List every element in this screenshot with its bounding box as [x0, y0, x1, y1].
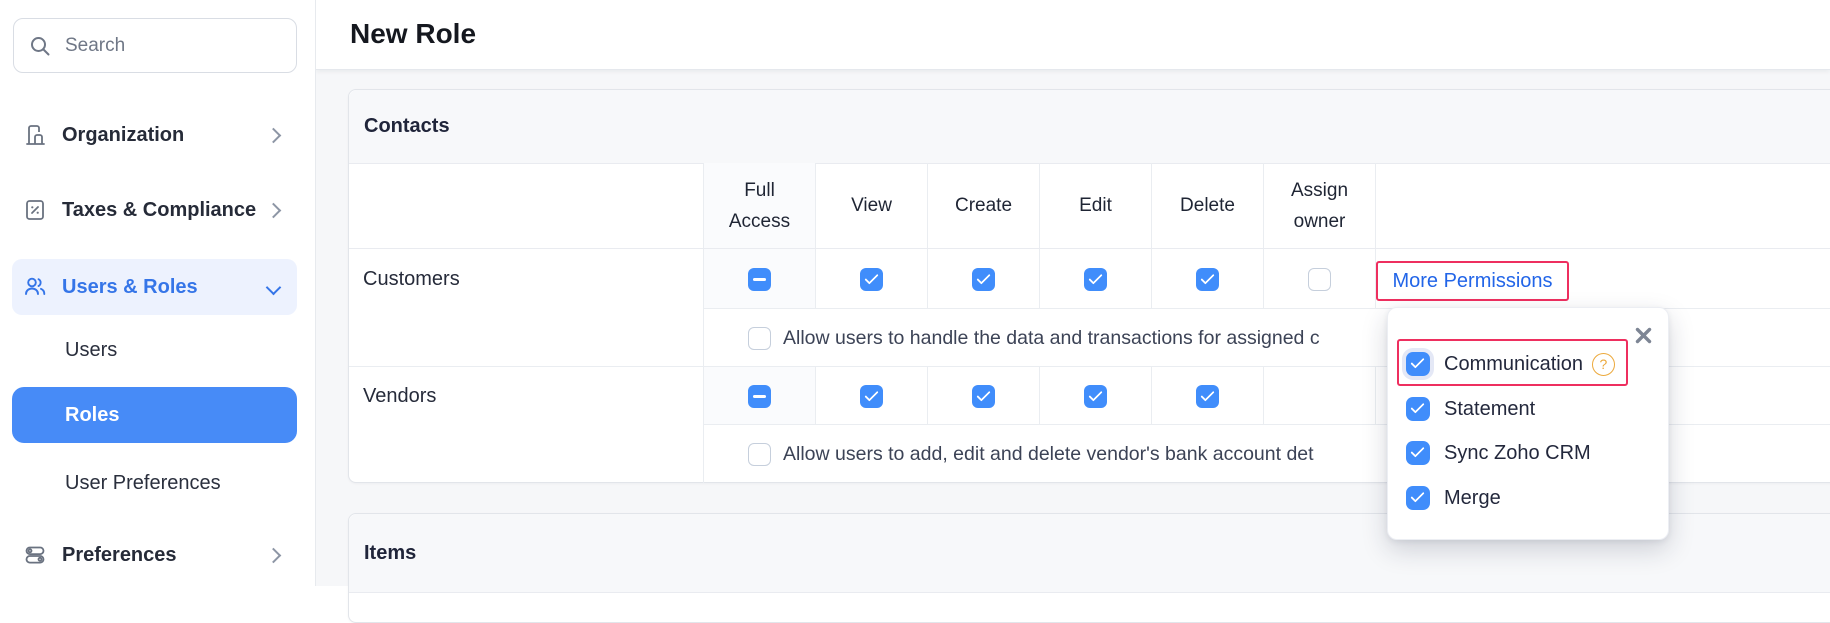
popup-item-label: Merge [1444, 487, 1501, 510]
column-header-create: Create [927, 163, 1039, 248]
sidebar-item-label: Organization [62, 124, 268, 147]
checkbox-vendors-note[interactable] [748, 443, 771, 466]
checkbox-customers-edit[interactable] [1084, 268, 1107, 291]
checkbox-customers-view[interactable] [860, 268, 883, 291]
close-icon[interactable] [1632, 324, 1654, 346]
checkbox-vendors-create[interactable] [972, 385, 995, 408]
checkbox-customers-delete[interactable] [1196, 268, 1219, 291]
popup-item-label: Sync Zoho CRM [1444, 442, 1591, 465]
checkbox-vendors-full-access[interactable] [748, 385, 771, 408]
page-title: New Role [350, 18, 476, 50]
search-icon [29, 35, 51, 57]
more-permissions-annotation-box: More Permissions [1376, 261, 1569, 301]
sidebar-item-users[interactable]: Users [12, 322, 297, 378]
row-label: Vendors [363, 385, 436, 408]
column-header-delete: Delete [1151, 163, 1263, 248]
sidebar-item-roles[interactable]: Roles [12, 387, 297, 443]
search-input[interactable] [63, 34, 267, 58]
table-row-customers: Customers More Permissions [349, 249, 1830, 309]
checkbox-sync-zoho-crm[interactable] [1406, 441, 1430, 465]
sidebar-item-label: Users & Roles [62, 276, 268, 299]
popup-item-statement: Statement [1406, 387, 1535, 431]
checkbox-customers-full-access[interactable] [748, 268, 771, 291]
table-header-row: Full Access View Create Edit Delete Assi… [349, 163, 1830, 249]
checkbox-vendors-view[interactable] [860, 385, 883, 408]
checkbox-vendors-delete[interactable] [1196, 385, 1219, 408]
contacts-section-header: Contacts [349, 90, 1830, 164]
sidebar-item-organization[interactable]: Organization [12, 107, 297, 163]
checkbox-customers-note[interactable] [748, 327, 771, 350]
column-header-view: View [815, 163, 927, 248]
search-box[interactable] [13, 18, 297, 73]
more-permissions-popup: Communication ? Statement Sync Zoho CRM … [1387, 307, 1669, 540]
more-permissions-link[interactable]: More Permissions [1392, 270, 1552, 293]
column-header-edit: Edit [1039, 163, 1151, 248]
sidebar-item-label: Preferences [62, 544, 268, 567]
checkbox-merge[interactable] [1406, 486, 1430, 510]
organization-icon [22, 123, 48, 147]
checkbox-statement[interactable] [1406, 397, 1430, 421]
popup-item-sync-zoho-crm: Sync Zoho CRM [1406, 431, 1591, 475]
row-label: Customers [363, 268, 460, 291]
section-title: Items [364, 542, 416, 565]
chevron-right-icon [266, 202, 282, 218]
popup-item-communication: Communication ? [1406, 342, 1615, 386]
sidebar-item-taxes-compliance[interactable]: Taxes & Compliance [12, 182, 297, 238]
popup-item-label: Communication [1444, 353, 1583, 376]
customers-note-text: Allow users to handle the data and trans… [783, 327, 1320, 350]
sidebar-item-user-preferences[interactable]: User Preferences [12, 455, 297, 511]
vendors-note-text: Allow users to add, edit and delete vend… [783, 443, 1314, 466]
checkbox-customers-create[interactable] [972, 268, 995, 291]
users-icon [22, 274, 48, 300]
column-header-assign-owner: Assign owner [1263, 163, 1375, 248]
checkbox-vendors-edit[interactable] [1084, 385, 1107, 408]
sidebar-item-label: Taxes & Compliance [62, 199, 268, 222]
sidebar-item-label: Users [65, 339, 117, 362]
sidebar-item-label: User Preferences [65, 472, 221, 495]
chevron-right-icon [266, 547, 282, 563]
chevron-down-icon [266, 279, 282, 295]
help-icon[interactable]: ? [1592, 353, 1615, 376]
sidebar-item-label: Roles [65, 404, 119, 427]
preferences-icon [22, 543, 48, 567]
popup-item-label: Statement [1444, 398, 1535, 421]
sidebar-item-users-roles[interactable]: Users & Roles [12, 259, 297, 315]
chevron-right-icon [266, 127, 282, 143]
main-header [316, 0, 1830, 70]
taxes-icon [22, 198, 48, 222]
checkbox-customers-assign-owner[interactable] [1308, 268, 1331, 291]
section-title: Contacts [364, 115, 450, 138]
sidebar-item-preferences[interactable]: Preferences [12, 527, 297, 583]
sidebar: Organization Taxes & Compliance Users & … [0, 0, 316, 586]
popup-item-merge: Merge [1406, 476, 1501, 520]
checkbox-communication[interactable] [1406, 352, 1430, 376]
column-header-full-access: Full Access [703, 163, 815, 248]
